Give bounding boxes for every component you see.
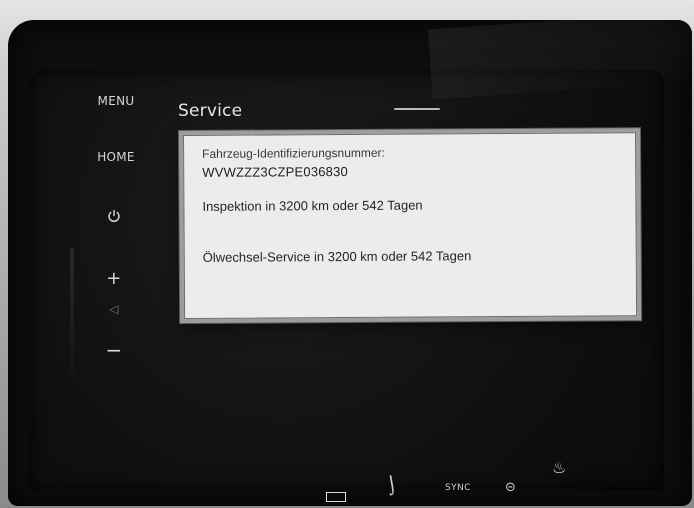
vin-label: Fahrzeug-Identifizierungsnummer: (202, 145, 385, 161)
side-controls: MENU HOME + ◁ − (70, 78, 158, 378)
seat-icon[interactable]: ⌡ (386, 475, 398, 496)
screenshot-stage: MENU HOME + ◁ − Service Fahrzeug-Identif… (0, 0, 694, 508)
service-info-dialog: Fahrzeug-Identifizierungsnummer: WVWZZZ3… (183, 132, 638, 319)
volume-up-button[interactable]: + (82, 268, 146, 289)
power-button[interactable] (82, 208, 146, 227)
page-title: Service (178, 101, 243, 121)
volume-down-button[interactable]: − (82, 338, 146, 362)
recirculation-icon[interactable]: ⊝ (505, 480, 516, 495)
menu-button[interactable]: MENU (84, 94, 148, 108)
rear-defrost-icon[interactable] (326, 492, 346, 502)
page-indicator (394, 108, 440, 110)
volume-icon: ◁ (109, 302, 119, 316)
home-button[interactable]: HOME (84, 150, 148, 164)
oil-service-text: Ölwechsel-Service in 3200 km oder 542 Ta… (202, 248, 472, 265)
inspection-text: Inspektion in 3200 km oder 542 Tagen (202, 197, 423, 214)
climate-bar: ⌡ SYNC ⊝ ♨ (250, 438, 580, 502)
heated-steering-icon[interactable]: ♨ (552, 458, 566, 477)
vin-value: WVWZZZ3CZPE036830 (202, 163, 348, 180)
volume-strip (70, 248, 74, 374)
sync-button[interactable]: SYNC (445, 483, 471, 493)
power-icon (108, 210, 120, 223)
